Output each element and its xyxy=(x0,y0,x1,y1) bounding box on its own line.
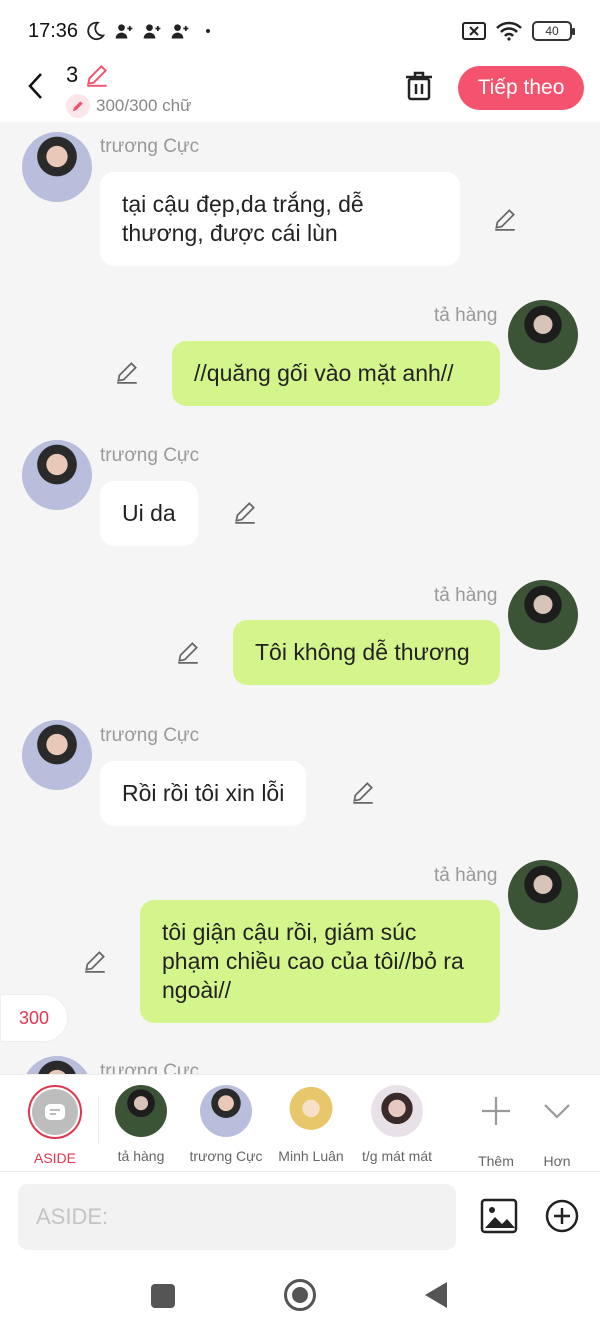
character-name: t/g mát mát xyxy=(361,1148,433,1164)
moon-icon xyxy=(87,21,106,41)
next-button[interactable]: Tiếp theo xyxy=(458,66,584,110)
title-block: 3 300/300 chữ xyxy=(66,62,192,118)
avatar[interactable] xyxy=(22,132,92,202)
avatar xyxy=(200,1085,252,1137)
trash-icon xyxy=(406,71,432,101)
character-minh-luan[interactable]: Minh Luân xyxy=(266,1085,356,1164)
chevron-left-icon xyxy=(28,73,42,99)
wifi-icon xyxy=(496,21,522,41)
chat-area[interactable]: trương Cực tại cậu đẹp,da trắng, dễ thươ… xyxy=(0,122,600,1074)
avatar xyxy=(115,1085,167,1137)
person-add-icon xyxy=(143,24,161,39)
character-name: ASIDE xyxy=(33,1150,76,1166)
edit-title-icon[interactable] xyxy=(84,62,110,88)
delete-button[interactable] xyxy=(404,70,436,104)
edit-icon[interactable] xyxy=(350,779,376,805)
dot-icon xyxy=(206,29,211,33)
character-truong-cuc[interactable]: trương Cực xyxy=(181,1085,271,1164)
avatar[interactable] xyxy=(22,440,92,510)
avatar[interactable] xyxy=(508,300,578,370)
character-name: Hơn xyxy=(543,1153,571,1169)
recents-button[interactable] xyxy=(151,1284,175,1308)
sender-name: tả hàng xyxy=(434,585,498,606)
message-bubble[interactable]: //quăng gối vào mặt anh// xyxy=(172,341,500,406)
sender-name: trương Cực xyxy=(100,725,200,746)
navigation-bar xyxy=(0,1262,600,1333)
image-icon xyxy=(480,1198,518,1234)
status-icons-left xyxy=(84,20,211,42)
aside-chat-icon xyxy=(32,1089,78,1135)
counter-chip[interactable]: 300 xyxy=(0,994,68,1042)
status-time: 17:36 xyxy=(28,19,79,42)
message-input[interactable] xyxy=(18,1184,456,1250)
avatar xyxy=(371,1085,423,1137)
message-bubble[interactable]: tại cậu đẹp,da trắng, dễ thương, được cá… xyxy=(100,172,460,266)
back-nav-button[interactable] xyxy=(425,1282,447,1308)
character-tg-mat-mat[interactable]: t/g mát mát xyxy=(352,1085,442,1164)
character-ta-hang[interactable]: tả hàng xyxy=(96,1085,186,1164)
edit-icon[interactable] xyxy=(492,206,518,232)
avatar[interactable] xyxy=(22,1056,92,1074)
edit-icon[interactable] xyxy=(175,639,201,665)
person-add-icon xyxy=(171,24,189,39)
header: 3 300/300 chữ Tiếp theo xyxy=(0,62,600,122)
chevron-down-icon xyxy=(544,1104,570,1119)
avatar[interactable] xyxy=(508,860,578,930)
sender-name: trương Cực xyxy=(100,445,200,466)
home-button[interactable] xyxy=(284,1279,316,1311)
message-bubble[interactable]: Rồi rồi tôi xin lỗi xyxy=(100,761,307,826)
message-bubble[interactable]: Ui da xyxy=(100,481,198,546)
image-button[interactable] xyxy=(480,1198,518,1234)
status-bar: 17:36 40 xyxy=(0,0,600,62)
edit-icon[interactable] xyxy=(114,359,140,385)
input-bar xyxy=(0,1172,600,1262)
character-name: trương Cực xyxy=(189,1148,263,1164)
page-title: 3 xyxy=(66,62,79,87)
edit-icon[interactable] xyxy=(82,948,108,974)
sender-name: tả hàng xyxy=(434,865,498,886)
sender-name: trương Cực xyxy=(100,1061,200,1074)
message-bubble[interactable]: Tôi không dễ thương xyxy=(233,620,500,685)
sender-name: tả hàng xyxy=(434,305,498,326)
battery-icon: 40 xyxy=(532,21,575,41)
add-button[interactable] xyxy=(544,1198,580,1234)
avatar[interactable] xyxy=(508,580,578,650)
character-name: tả hàng xyxy=(117,1148,165,1164)
person-add-icon xyxy=(115,24,133,39)
plus-circle-icon xyxy=(545,1199,579,1233)
avatar xyxy=(285,1085,337,1137)
character-bar: ASIDE tả hàng trương Cực Minh Luân t/g m… xyxy=(0,1074,600,1172)
sim-off-icon xyxy=(462,22,486,40)
status-icons-right: 40 xyxy=(462,21,575,41)
char-count: 300/300 chữ xyxy=(96,96,192,115)
edit-icon[interactable] xyxy=(232,499,258,525)
message-bubble[interactable]: tôi giận cậu rồi, giám súc phạm chiều ca… xyxy=(140,900,500,1023)
back-button[interactable] xyxy=(20,70,50,102)
more-characters-button[interactable]: Hơn xyxy=(512,1085,600,1169)
character-aside[interactable]: ASIDE xyxy=(10,1085,100,1166)
avatar[interactable] xyxy=(22,720,92,790)
sender-name: trương Cực xyxy=(100,136,200,157)
character-name: Minh Luân xyxy=(278,1148,344,1164)
pencil-icon xyxy=(66,94,90,118)
